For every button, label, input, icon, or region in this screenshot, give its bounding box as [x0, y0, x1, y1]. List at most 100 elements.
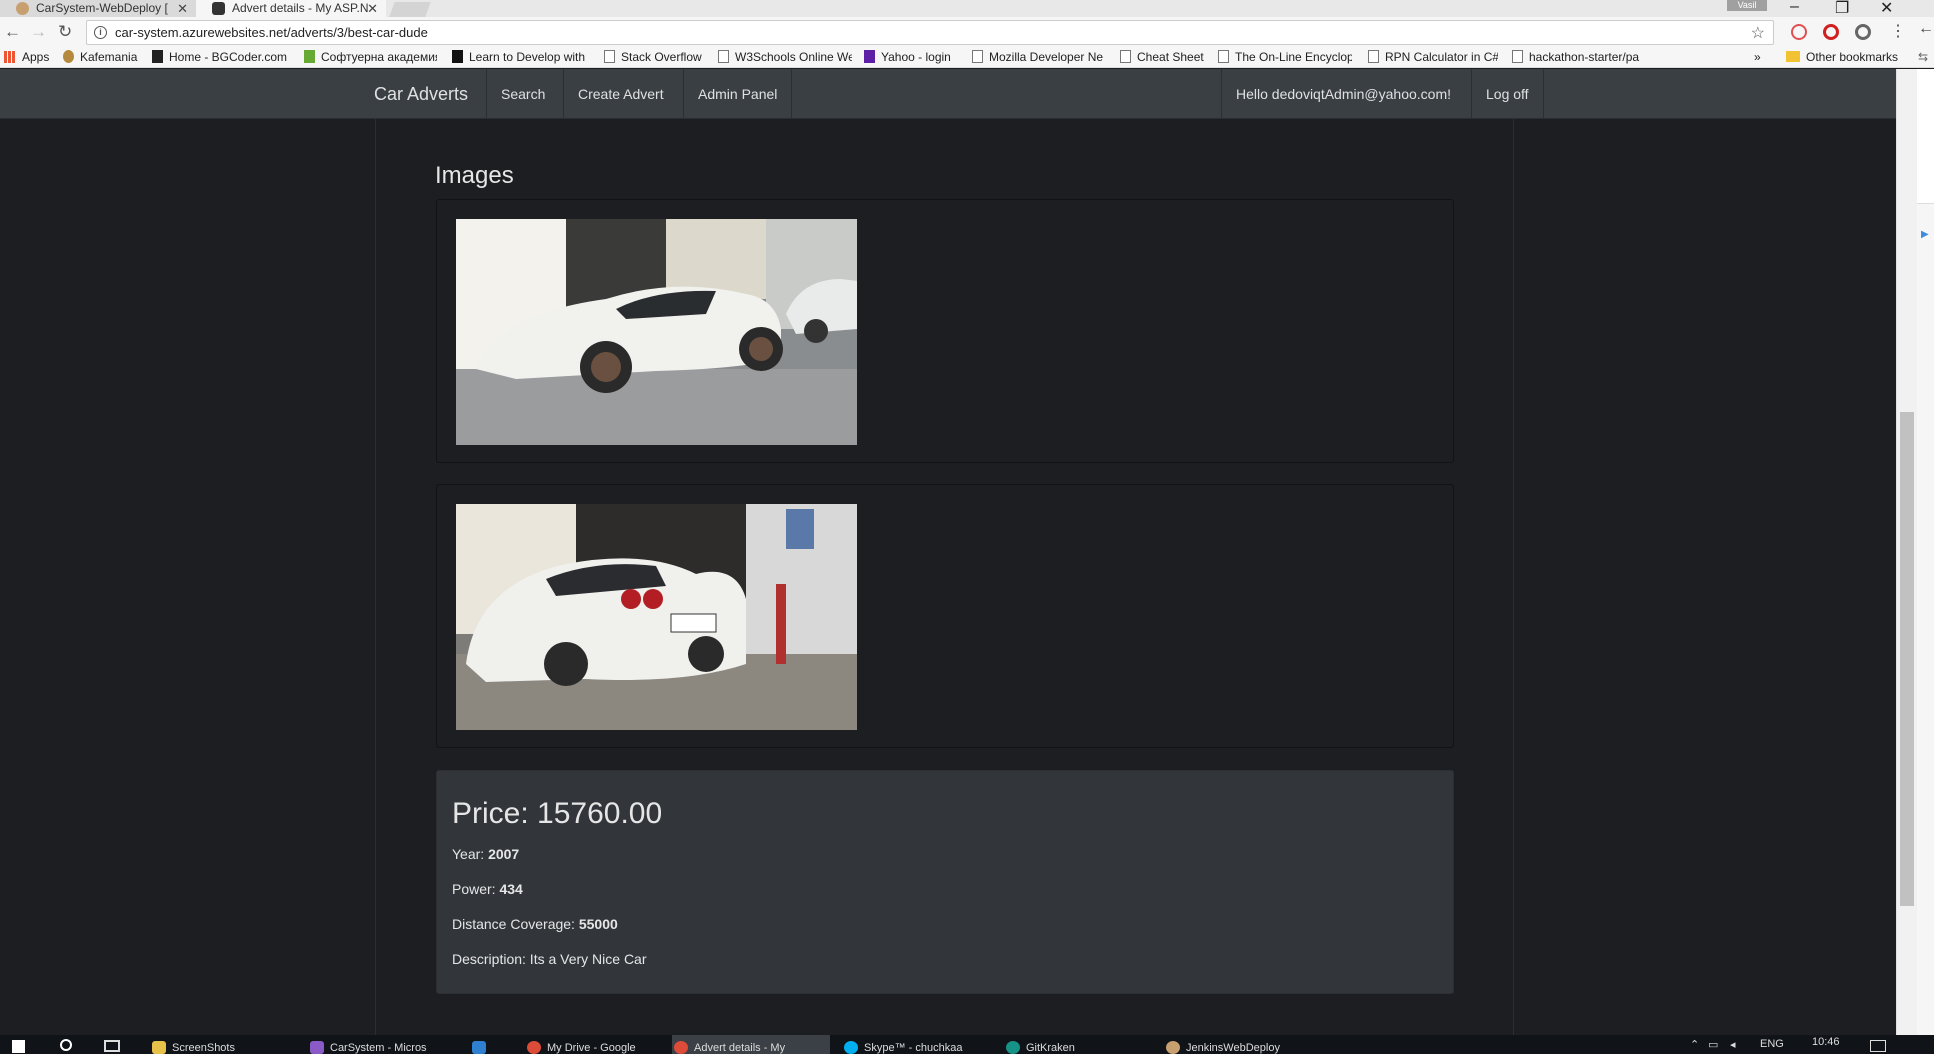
side-expand-icon[interactable]: ▶: [1921, 229, 1929, 240]
taskbar-advert-details[interactable]: Advert details - My: [672, 1035, 830, 1054]
image-panel: [436, 484, 1454, 748]
side-panel-blank: [1917, 69, 1934, 204]
bookmark-item[interactable]: Cheat Sheet: [1120, 50, 1204, 64]
logoff-link[interactable]: Log off: [1471, 69, 1544, 119]
bookmark-favicon-icon: [452, 50, 463, 63]
taskbar-my-drive[interactable]: My Drive - Google: [525, 1035, 665, 1054]
forward-icon[interactable]: →: [30, 22, 47, 42]
browser-toolbar: ← → ↻ i car-system.azurewebsites.net/adv…: [0, 17, 1934, 48]
bookmark-item[interactable]: Софтуерна академия: [304, 50, 437, 64]
menu-kebab-icon[interactable]: ⋮: [1890, 21, 1906, 41]
search-icon[interactable]: [60, 1039, 72, 1051]
profile-chip[interactable]: Vasil: [1727, 0, 1767, 11]
page-icon: [1120, 50, 1131, 63]
bookmark-favicon-icon: [304, 50, 315, 63]
visual-studio-icon: [310, 1041, 324, 1054]
yahoo-icon: [864, 50, 875, 63]
page-icon: [1218, 50, 1229, 63]
image-panel: [436, 199, 1454, 463]
opera-extension-icon[interactable]: [1823, 24, 1839, 40]
skype-icon: [844, 1041, 858, 1054]
advert-details-panel: Price: 15760.00 Year: 2007 Power: 434 Di…: [436, 770, 1454, 994]
reload-icon[interactable]: ↻: [58, 22, 72, 42]
tray-chevron-icon[interactable]: ⌃: [1690, 1038, 1699, 1051]
page-icon: [604, 50, 615, 63]
language-indicator[interactable]: ENG: [1760, 1038, 1784, 1050]
car-photo-front: [456, 219, 857, 445]
start-icon[interactable]: [12, 1040, 25, 1053]
browser-tab-carsystem-webdeploy[interactable]: CarSystem-WebDeploy [ ✕: [0, 0, 196, 17]
restore-icon[interactable]: ❐: [1835, 0, 1849, 18]
bookmark-item[interactable]: Kafemania: [63, 50, 143, 64]
taskbar-skype[interactable]: Skype™ - chuchkaa: [842, 1035, 982, 1054]
browser-tab-advert-details[interactable]: Advert details - My ASP.N ✕: [196, 0, 386, 17]
other-bookmarks[interactable]: Other bookmarks: [1786, 50, 1898, 64]
user-greeting[interactable]: Hello dedoviqtAdmin@yahoo.com!: [1221, 69, 1465, 119]
taskbar-visual-studio[interactable]: CarSystem - Micros: [308, 1035, 448, 1054]
new-tab-button[interactable]: [389, 2, 431, 17]
taskbar-screenshots[interactable]: ScreenShots: [150, 1035, 260, 1054]
taskbar-vscode[interactable]: [470, 1035, 510, 1054]
car-favicon-icon: [212, 2, 225, 15]
taskbar-jenkins[interactable]: JenkinsWebDeploy: [1164, 1035, 1304, 1054]
settings-extension-icon[interactable]: [1855, 24, 1871, 40]
images-heading: Images: [435, 162, 514, 189]
jenkins-icon: [1166, 1041, 1180, 1054]
power-label: Power:: [452, 881, 500, 897]
bookmark-item[interactable]: Home - BGCoder.com: [152, 50, 295, 64]
close-tab-icon[interactable]: ✕: [367, 0, 378, 17]
minimize-icon[interactable]: –: [1790, 0, 1799, 16]
bookmark-favicon-icon: [152, 50, 163, 63]
close-tab-icon[interactable]: ✕: [177, 0, 188, 17]
side-back-icon[interactable]: ←: [1918, 20, 1934, 38]
bookmarks-overflow-chevron[interactable]: »: [1754, 50, 1761, 64]
browser-tabstrip: CarSystem-WebDeploy [ ✕ Advert details -…: [0, 0, 1934, 17]
price-text: Price: 15760.00: [452, 797, 663, 830]
page-icon: [1512, 50, 1523, 63]
power-row: Power: 434: [452, 881, 523, 897]
bookmark-item[interactable]: hackathon-starter/pa: [1512, 50, 1646, 64]
vscode-icon: [472, 1041, 486, 1054]
distance-value: 55000: [578, 916, 618, 932]
bookmark-item[interactable]: Mozilla Developer Ne: [972, 50, 1107, 64]
address-bar[interactable]: i car-system.azurewebsites.net/adverts/3…: [86, 20, 1774, 45]
task-view-icon[interactable]: [104, 1040, 120, 1052]
nav-create-advert[interactable]: Create Advert: [563, 69, 678, 119]
bookmark-item[interactable]: The On-Line Encyclop: [1218, 50, 1352, 64]
bookmark-item[interactable]: RPN Calculator in C#: [1368, 50, 1498, 64]
folder-icon: [1786, 51, 1800, 62]
url-text[interactable]: car-system.azurewebsites.net/adverts/3/b…: [115, 25, 428, 40]
bookmark-item[interactable]: Yahoo - login: [864, 50, 966, 64]
tab-title: Advert details - My ASP.N: [232, 1, 369, 15]
site-navbar: Car Adverts Search Create Advert Admin P…: [0, 69, 1896, 119]
bookmark-star-icon[interactable]: ☆: [1751, 23, 1765, 43]
bookmark-favicon-icon: [63, 50, 74, 63]
notifications-icon[interactable]: [1870, 1040, 1886, 1052]
back-icon[interactable]: ←: [4, 22, 21, 42]
pdf-extension-icon[interactable]: [1791, 24, 1807, 40]
volume-icon[interactable]: ◂: [1730, 1038, 1736, 1051]
nav-admin-panel[interactable]: Admin Panel: [683, 69, 793, 119]
scrollbar-thumb[interactable]: [1900, 412, 1914, 906]
year-row: Year: 2007: [452, 846, 519, 862]
page-icon: [972, 50, 983, 63]
chrome-icon: [527, 1041, 541, 1054]
bookmark-item[interactable]: W3Schools Online We: [718, 50, 852, 64]
bookmark-item[interactable]: Stack Overflow: [604, 50, 709, 64]
site-brand[interactable]: Car Adverts: [374, 84, 468, 105]
network-icon[interactable]: ▭: [1708, 1038, 1718, 1051]
web-page: Car Adverts Search Create Advert Admin P…: [0, 69, 1896, 1035]
jenkins-favicon-icon: [16, 2, 29, 15]
info-icon[interactable]: i: [94, 26, 107, 39]
distance-label: Distance Coverage:: [452, 916, 579, 932]
side-panel: ▶: [1917, 69, 1934, 1035]
power-value: 434: [499, 881, 523, 897]
clock[interactable]: 10:46: [1812, 1036, 1840, 1048]
distance-row: Distance Coverage: 55000: [452, 916, 618, 932]
bookmark-item[interactable]: Learn to Develop with: [452, 50, 589, 64]
page-scrollbar[interactable]: [1896, 69, 1917, 1035]
close-window-icon[interactable]: ✕: [1880, 0, 1893, 18]
taskbar-gitkraken[interactable]: GitKraken: [1004, 1035, 1104, 1054]
nav-search[interactable]: Search: [486, 69, 559, 119]
bookmark-apps[interactable]: Apps: [4, 50, 49, 64]
